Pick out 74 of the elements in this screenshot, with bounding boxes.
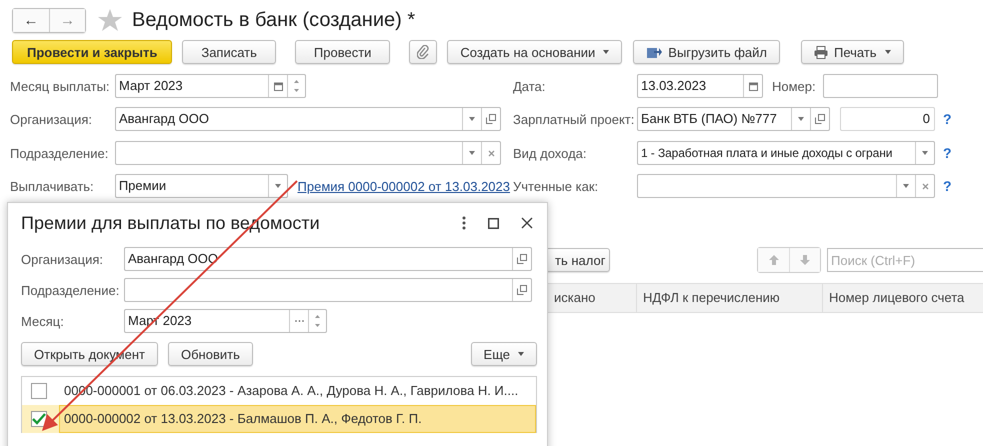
help-link[interactable]: ? bbox=[943, 145, 952, 161]
export-icon bbox=[646, 45, 662, 59]
up-arrow-icon bbox=[768, 255, 778, 265]
post-and-close-button[interactable]: Провести и закрыть bbox=[12, 40, 172, 64]
input-field[interactable] bbox=[115, 141, 501, 165]
attach-button[interactable] bbox=[409, 40, 438, 64]
more-button[interactable]: Еще bbox=[470, 342, 537, 366]
column-header[interactable]: Номер лицевого счета bbox=[822, 284, 983, 312]
caret-icon bbox=[518, 352, 524, 356]
windows-icon bbox=[815, 114, 825, 124]
spin-arrows-icon bbox=[315, 313, 320, 329]
forward-button[interactable]: → bbox=[49, 8, 85, 32]
print-button[interactable]: Печать bbox=[800, 40, 904, 64]
field-label: Выплачивать: bbox=[10, 178, 95, 194]
help-link[interactable]: ? bbox=[943, 178, 952, 194]
checkmark-icon bbox=[32, 413, 46, 425]
input-field[interactable]: Март 2023 bbox=[115, 74, 306, 98]
column-header[interactable]: искано bbox=[548, 284, 636, 312]
caret-icon bbox=[798, 117, 804, 121]
input-field[interactable]: Банк ВТБ (ПАО) №777 bbox=[637, 107, 830, 131]
input-field[interactable]: Авангард ООО bbox=[115, 107, 501, 131]
checkbox[interactable] bbox=[31, 411, 47, 427]
window-title: Ведомость в банк (создание) * bbox=[132, 8, 416, 32]
input-field[interactable]: Премии bbox=[114, 174, 288, 198]
input-field[interactable]: 13.03.2023 bbox=[637, 74, 763, 98]
cross-icon bbox=[922, 182, 928, 190]
input-field[interactable] bbox=[637, 174, 935, 198]
caret-icon bbox=[469, 151, 475, 155]
field-label: Подразделение: bbox=[10, 146, 110, 160]
calendar-icon bbox=[274, 82, 282, 90]
field-label: Организация: bbox=[10, 112, 94, 126]
checkbox[interactable] bbox=[31, 383, 47, 399]
caret-icon bbox=[603, 50, 610, 54]
count-field[interactable]: 0 bbox=[840, 107, 935, 131]
search-field[interactable]: Поиск (Ctrl+F) bbox=[827, 248, 983, 272]
cross-icon bbox=[488, 150, 494, 156]
caret-icon bbox=[884, 50, 891, 54]
caret-icon bbox=[469, 117, 475, 121]
more-icon[interactable] bbox=[462, 216, 466, 230]
input-field[interactable]: 1 - Заработная плата и иные доходы с ограни bbox=[637, 141, 935, 165]
caret-icon bbox=[274, 184, 281, 188]
input-field[interactable] bbox=[124, 278, 532, 302]
field-label: Месяц выплаты: bbox=[10, 78, 111, 94]
windows-icon bbox=[486, 114, 496, 124]
back-button[interactable]: ← bbox=[13, 8, 49, 32]
printer-icon bbox=[814, 46, 828, 58]
field-label: Зарплатный проект: bbox=[513, 112, 636, 126]
windows-icon bbox=[517, 285, 527, 295]
column-header[interactable]: НДФЛ к перечислению bbox=[636, 284, 822, 312]
upload-file-button[interactable]: Выгрузить файл bbox=[633, 40, 780, 64]
field-label: Учтенные как: bbox=[513, 178, 600, 194]
number-field[interactable] bbox=[822, 74, 938, 98]
field-label: Дата: bbox=[513, 78, 546, 94]
field-label: Организация: bbox=[21, 252, 104, 266]
star-icon[interactable] bbox=[98, 9, 122, 31]
close-icon[interactable] bbox=[521, 217, 533, 229]
document-link[interactable]: Премия 0000-000002 от 13.03.2023 bbox=[298, 178, 510, 194]
field-label: Номер: bbox=[772, 78, 816, 94]
paperclip-icon bbox=[417, 45, 430, 59]
field-label: Месяц: bbox=[21, 314, 65, 328]
field-label: Подразделение: bbox=[21, 282, 120, 298]
dialog-button[interactable]: Обновить bbox=[168, 342, 253, 366]
maximize-icon[interactable] bbox=[488, 218, 499, 228]
toolbar-button[interactable]: Записать bbox=[182, 40, 276, 64]
toolbar-button[interactable]: Провести bbox=[294, 40, 390, 64]
caret-icon bbox=[922, 151, 928, 155]
field-label: Вид дохода: bbox=[513, 146, 588, 160]
create-based-on-button[interactable]: Создать на основании bbox=[447, 40, 622, 64]
help-link[interactable]: ? bbox=[943, 111, 952, 127]
calendar-icon bbox=[748, 82, 758, 90]
windows-icon bbox=[517, 254, 527, 264]
spin-arrows-icon bbox=[294, 78, 299, 94]
down-arrow-icon bbox=[800, 255, 810, 265]
caret-icon bbox=[903, 184, 909, 188]
